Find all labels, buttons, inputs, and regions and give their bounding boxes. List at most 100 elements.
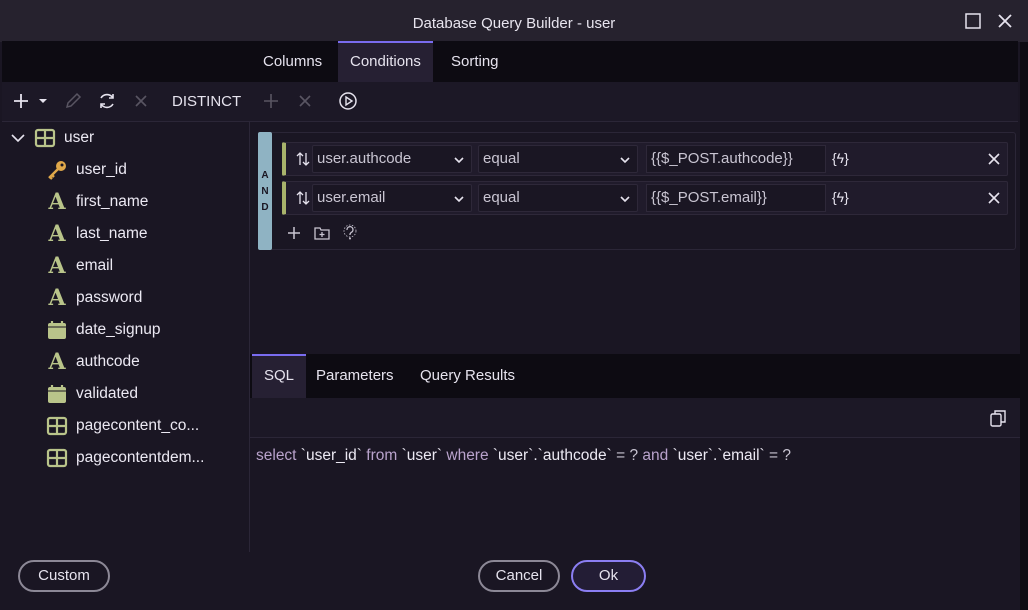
text-field-icon: A (48, 285, 66, 311)
sql-token: `user`.`email` (668, 447, 770, 464)
text-field-icon: A (48, 189, 66, 215)
condition-rule: user.authcode equal {{$_POST.authcode}} … (282, 142, 1008, 176)
value-input[interactable]: {{$_POST.authcode}} (646, 145, 826, 173)
output-tabs: SQL Parameters Query Results (250, 354, 1020, 398)
tree-item[interactable]: pagecontent_co... (46, 412, 199, 440)
tab-parameters[interactable]: Parameters (304, 354, 406, 398)
text-field-icon: A (48, 349, 66, 375)
and-letter: D (261, 202, 269, 213)
edit-icon[interactable] (62, 90, 84, 112)
tab-query-results[interactable]: Query Results (408, 354, 527, 398)
chevron-down-icon (620, 196, 630, 203)
tree-item-label: validated (76, 385, 139, 402)
condition-rule: user.email equal {{$_POST.email}} {ϟ} (282, 181, 1008, 215)
and-group-toggle[interactable]: A N D (258, 132, 272, 250)
close-icon[interactable] (994, 10, 1016, 32)
remove-rule-icon[interactable] (986, 190, 1002, 206)
copy-icon[interactable] (988, 408, 1008, 428)
field-select[interactable]: user.authcode (312, 145, 472, 173)
operator-select[interactable]: equal (478, 184, 638, 212)
tab-sorting[interactable]: Sorting (439, 41, 511, 82)
tree-item-label: pagecontentdem... (76, 449, 205, 466)
delete-condition-icon[interactable] (294, 90, 316, 112)
distinct-toggle[interactable]: DISTINCT (172, 93, 241, 110)
schema-tree: user user_id A first_name A last_name A … (2, 122, 250, 552)
text-field-icon: A (48, 221, 66, 247)
sql-token: `user` (397, 447, 447, 464)
sql-token: = ? (616, 447, 643, 464)
calendar-icon (46, 383, 68, 405)
table-icon (46, 415, 68, 437)
operator-select-value: equal (483, 150, 520, 167)
custom-button[interactable]: Custom (18, 560, 110, 592)
sql-token: where (446, 447, 489, 464)
refresh-icon[interactable] (96, 90, 118, 112)
tree-item-label: email (76, 257, 114, 274)
tree-root-user[interactable]: user (10, 124, 94, 152)
tree-item-label: first_name (76, 193, 149, 210)
sort-arrows-icon[interactable] (296, 190, 310, 206)
key-icon (46, 159, 68, 181)
maximize-icon[interactable] (962, 10, 984, 32)
tab-conditions[interactable]: Conditions (338, 41, 433, 82)
dynamic-data-icon[interactable]: {ϟ} (832, 189, 849, 205)
cancel-button[interactable]: Cancel (478, 560, 560, 592)
title-bar: Database Query Builder - user (0, 0, 1028, 42)
tree-item[interactable]: date_signup (46, 316, 160, 344)
add-icon[interactable] (10, 90, 32, 112)
sql-token: `user`.`authcode` (488, 447, 617, 464)
tree-item-label: user_id (76, 161, 127, 178)
field-select[interactable]: user.email (312, 184, 472, 212)
sort-arrows-icon[interactable] (296, 151, 310, 167)
sql-preview: select `user_id` from `user` where `user… (250, 438, 1020, 552)
remove-icon[interactable] (130, 90, 152, 112)
add-rule-icon[interactable] (285, 224, 303, 242)
tree-item[interactable]: A authcode (46, 348, 139, 376)
tab-columns[interactable]: Columns (251, 41, 334, 82)
operator-select[interactable]: equal (478, 145, 638, 173)
add-dropdown-icon[interactable] (36, 90, 50, 112)
tree-item[interactable]: A first_name (46, 188, 148, 216)
tree-item[interactable]: pagecontentdem... (46, 444, 204, 472)
tree-item-label: last_name (76, 225, 148, 242)
tree-item-label: pagecontent_co... (76, 417, 200, 434)
sql-toolbar (250, 398, 1020, 438)
table-icon (34, 127, 56, 149)
operator-select-value: equal (483, 189, 520, 206)
run-query-icon[interactable] (337, 90, 359, 112)
tree-item[interactable]: A last_name (46, 220, 148, 248)
dynamic-data-icon[interactable]: {ϟ} (832, 150, 849, 166)
tree-item-label: date_signup (76, 321, 161, 338)
tree-root-label: user (64, 129, 95, 146)
and-letter: N (261, 186, 269, 197)
tree-item[interactable]: user_id (46, 156, 127, 184)
sql-token: `user_id` (296, 447, 367, 464)
tab-sql[interactable]: SQL (252, 354, 307, 398)
sql-token: from (366, 447, 398, 464)
value-input[interactable]: {{$_POST.email}} (646, 184, 826, 212)
ok-button[interactable]: Ok (571, 560, 646, 592)
chevron-down-icon (454, 196, 464, 203)
add-group-icon[interactable] (313, 224, 331, 242)
tree-item[interactable]: A password (46, 284, 142, 312)
chevron-down-icon[interactable] (10, 127, 26, 149)
sql-text: select `user_id` from `user` where `user… (256, 447, 791, 465)
remove-rule-icon[interactable] (986, 151, 1002, 167)
window-title: Database Query Builder - user (412, 15, 616, 32)
add-condition-icon[interactable] (260, 90, 282, 112)
sql-token: select (256, 447, 297, 464)
toolbar: DISTINCT (2, 82, 1018, 122)
tree-item[interactable]: A email (46, 252, 113, 280)
window-edge (1020, 42, 1028, 610)
tree-item[interactable]: validated (46, 380, 138, 408)
field-select-value: user.authcode (317, 150, 412, 167)
dialog-footer: Custom Cancel Ok (2, 552, 1018, 604)
condition-help-icon[interactable] (341, 224, 359, 242)
calendar-icon (46, 319, 68, 341)
chevron-down-icon (454, 157, 464, 164)
text-field-icon: A (48, 253, 66, 279)
sql-token: = ? (769, 447, 792, 464)
tree-item-label: password (76, 289, 143, 306)
table-icon (46, 447, 68, 469)
chevron-down-icon (620, 157, 630, 164)
